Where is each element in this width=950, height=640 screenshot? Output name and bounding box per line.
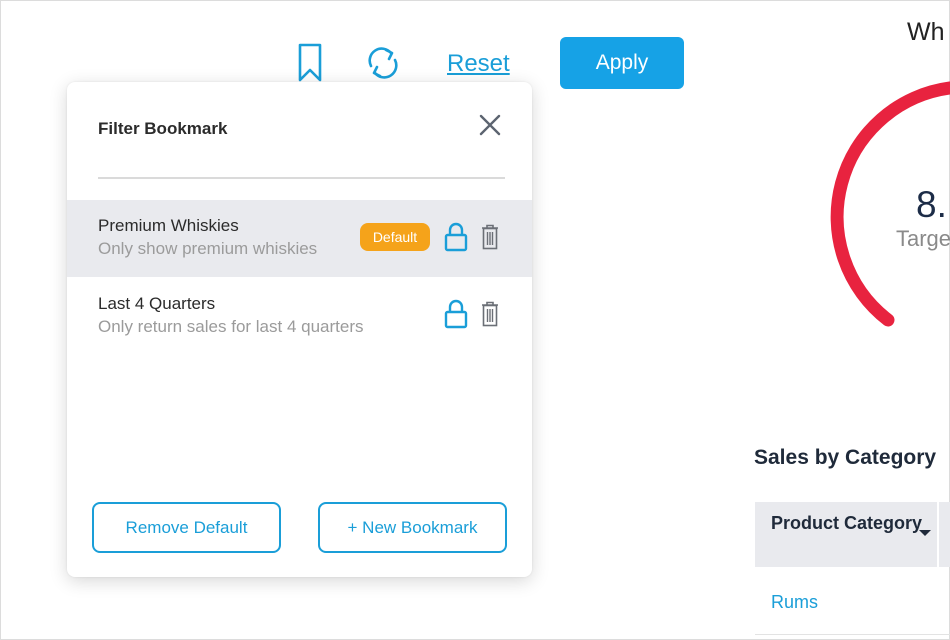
default-badge: Default (360, 223, 430, 251)
reset-link[interactable]: Reset (447, 50, 510, 78)
close-icon[interactable] (478, 113, 502, 137)
bookmark-description: Only show premium whiskies (98, 239, 318, 258)
bookmark-icon[interactable] (297, 43, 323, 83)
bookmark-item-premium-whiskies[interactable]: Premium Whiskies Only show premium whisk… (67, 200, 532, 277)
row-divider (755, 634, 950, 635)
lock-icon[interactable] (444, 299, 468, 329)
gauge-label: Targe (896, 226, 950, 251)
bookmark-item-last-4-quarters[interactable]: Last 4 Quarters Only return sales for la… (67, 278, 532, 355)
column-header-product-category[interactable]: Product Category (755, 502, 937, 567)
bookmark-name: Last 4 Quarters (98, 294, 216, 313)
bookmark-name: Premium Whiskies (98, 216, 239, 235)
bookmark-search-input[interactable] (98, 175, 505, 179)
refresh-icon[interactable] (365, 45, 401, 81)
trash-icon[interactable] (481, 224, 499, 250)
gauge-value: 8. (916, 184, 947, 225)
bookmark-description: Only return sales for last 4 quarters (98, 317, 364, 336)
new-bookmark-button[interactable]: + New Bookmark (318, 502, 507, 553)
filter-bookmark-panel: Filter Bookmark Premium Whiskies Only sh… (67, 82, 532, 577)
sales-by-category-title: Sales by Category (754, 446, 937, 469)
trash-icon[interactable] (481, 301, 499, 327)
lock-icon[interactable] (444, 222, 468, 252)
panel-title: Filter Bookmark (98, 119, 228, 138)
remove-default-button[interactable]: Remove Default (92, 502, 281, 553)
dashboard-title: Wh (907, 18, 945, 46)
table-cell[interactable]: Rums (771, 592, 818, 613)
sort-caret-icon[interactable] (919, 530, 931, 536)
apply-button[interactable]: Apply (560, 37, 684, 89)
column-header-next (939, 502, 950, 567)
